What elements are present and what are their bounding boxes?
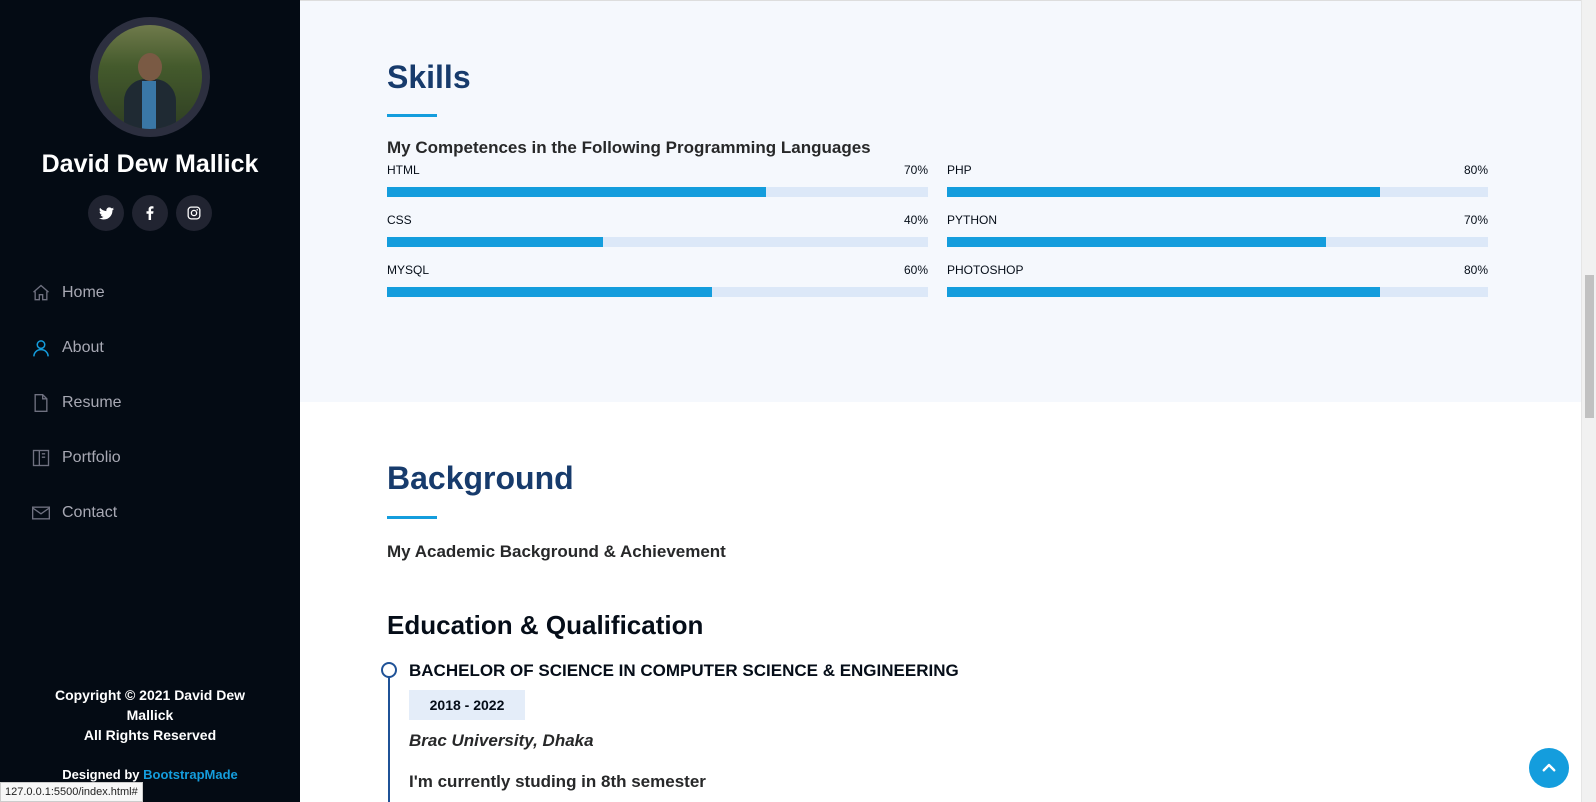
skill-html: HTML 70% bbox=[387, 163, 928, 197]
skill-progress-fill bbox=[947, 237, 1326, 247]
skill-css: CSS 40% bbox=[387, 213, 928, 247]
file-icon bbox=[30, 392, 52, 414]
skill-python: PYTHON 70% bbox=[947, 213, 1488, 247]
skill-php: PHP 80% bbox=[947, 163, 1488, 197]
nav-home-label: Home bbox=[62, 283, 105, 301]
twitter-icon[interactable] bbox=[88, 195, 124, 231]
skill-progress-track bbox=[387, 237, 928, 247]
nav-about-label: About bbox=[62, 338, 104, 356]
background-subtitle: My Academic Background & Achievement bbox=[387, 542, 726, 561]
skills-title-underline bbox=[387, 114, 437, 117]
profile-avatar bbox=[90, 17, 210, 137]
skill-percent: 60% bbox=[903, 263, 928, 277]
person-icon bbox=[30, 337, 52, 359]
skill-percent: 70% bbox=[1463, 213, 1488, 227]
bootstrapmade-link[interactable]: BootstrapMade bbox=[143, 767, 238, 782]
copyright-line-2: Mallick bbox=[126, 707, 174, 723]
nav-contact-label: Contact bbox=[62, 503, 118, 521]
skill-progress-track bbox=[387, 287, 928, 297]
timeline-line bbox=[388, 672, 390, 802]
skill-percent: 80% bbox=[1463, 163, 1488, 177]
facebook-icon[interactable] bbox=[132, 195, 168, 231]
skill-progress-track bbox=[387, 187, 928, 197]
status-bar-url: 127.0.0.1:5500/index.html# bbox=[0, 782, 143, 802]
skill-name: PYTHON bbox=[947, 213, 998, 227]
background-title-underline bbox=[387, 516, 437, 519]
nav-home[interactable]: Home bbox=[30, 265, 122, 320]
skill-progress-track bbox=[947, 287, 1488, 297]
degree-title: BACHELOR OF SCIENCE IN COMPUTER SCIENCE … bbox=[409, 661, 959, 680]
education-title: Education & Qualification bbox=[387, 610, 704, 640]
nav-contact[interactable]: Contact bbox=[30, 485, 122, 540]
nav-resume-label: Resume bbox=[62, 393, 122, 411]
house-icon bbox=[30, 282, 52, 304]
instagram-icon[interactable] bbox=[176, 195, 212, 231]
main-content: Skills My Competences in the Following P… bbox=[300, 0, 1581, 802]
skill-progress-fill bbox=[387, 237, 604, 247]
skill-progress-track bbox=[947, 187, 1488, 197]
timeline-dot bbox=[381, 662, 397, 678]
skills-title: Skills bbox=[387, 59, 471, 95]
page-scrollbar[interactable] bbox=[1581, 0, 1596, 802]
skill-name: MYSQL bbox=[387, 263, 430, 277]
nav-about[interactable]: About bbox=[30, 320, 122, 375]
skill-percent: 80% bbox=[1463, 263, 1488, 277]
copyright-line-1: Copyright © 2021 David Dew bbox=[54, 687, 246, 703]
skill-mysql: MYSQL 60% bbox=[387, 263, 928, 297]
institution: Brac University, Dhaka bbox=[409, 731, 594, 750]
skill-percent: 40% bbox=[903, 213, 928, 227]
chevron-up-icon bbox=[1542, 763, 1556, 772]
skill-name: HTML bbox=[387, 163, 420, 177]
envelope-icon bbox=[30, 502, 52, 524]
skill-progress-fill bbox=[947, 187, 1380, 197]
degree-years: 2018 - 2022 bbox=[409, 690, 525, 720]
skill-name: PHOTOSHOP bbox=[947, 263, 1024, 277]
skills-section: Skills My Competences in the Following P… bbox=[300, 0, 1581, 402]
skill-percent: 70% bbox=[903, 163, 928, 177]
degree-description: I'm currently studing in 8th semester bbox=[409, 772, 706, 791]
designed-by-prefix: Designed by bbox=[62, 767, 144, 782]
copyright-line-3: All Rights Reserved bbox=[83, 727, 217, 743]
designed-by: Designed by BootstrapMade bbox=[0, 767, 300, 782]
background-title: Background bbox=[387, 460, 574, 496]
scrollbar-thumb[interactable] bbox=[1585, 275, 1594, 418]
skill-progress-fill bbox=[387, 287, 712, 297]
main-nav: Home About Resume Portfolio Contact bbox=[30, 265, 122, 540]
nav-portfolio[interactable]: Portfolio bbox=[30, 430, 122, 485]
copyright: Copyright © 2021 David Dew Mallick All R… bbox=[0, 685, 300, 745]
skill-name: PHP bbox=[947, 163, 972, 177]
social-links bbox=[0, 195, 300, 231]
skill-progress-track bbox=[947, 237, 1488, 247]
profile-name: David Dew Mallick bbox=[41, 150, 259, 178]
skills-subtitle: My Competences in the Following Programm… bbox=[387, 138, 871, 157]
sidebar: David Dew Mallick Home About Resume Port… bbox=[0, 0, 300, 802]
back-to-top-button[interactable] bbox=[1529, 748, 1569, 788]
skill-photoshop: PHOTOSHOP 80% bbox=[947, 263, 1488, 297]
nav-resume[interactable]: Resume bbox=[30, 375, 122, 430]
skill-progress-fill bbox=[947, 287, 1380, 297]
skill-progress-fill bbox=[387, 187, 766, 197]
book-icon bbox=[30, 447, 52, 469]
nav-portfolio-label: Portfolio bbox=[62, 448, 121, 466]
skill-name: CSS bbox=[387, 213, 412, 227]
